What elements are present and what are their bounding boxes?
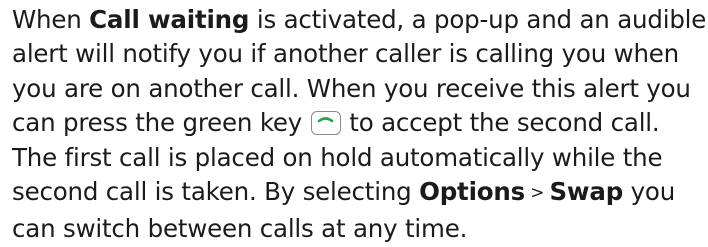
text-line-5: The first call is placed on hold automat…: [12, 142, 663, 172]
call-waiting-term: Call waiting: [89, 5, 250, 34]
line-1-suffix: is activated, a pop-up and an audible: [249, 5, 707, 34]
menu-path-separator: >: [525, 183, 550, 204]
line-1-prefix: When: [12, 5, 90, 34]
call-waiting-paragraph: When Call waiting is activated, a pop-up…: [12, 3, 706, 247]
text-line-2: alert will notify you if another caller …: [12, 39, 679, 69]
line-4-suffix: to accept the second call.: [341, 108, 660, 138]
text-line-3: you are on another call. When you receiv…: [12, 73, 691, 103]
text-line-1: When Call waiting is activated, a pop-up…: [12, 3, 706, 37]
text-line-4: can press the green key to accept the se…: [12, 106, 702, 140]
swap-menu-term: Swap: [549, 177, 624, 207]
line-6-prefix: second call is taken. By selecting: [12, 177, 420, 207]
line-4-prefix: can press the green key: [12, 108, 310, 138]
line-6-suffix: you: [623, 177, 676, 207]
options-menu-term: Options: [419, 177, 526, 207]
text-line-6: second call is taken. By selecting Optio…: [12, 175, 702, 212]
text-line-7: can switch between calls at any time.: [12, 214, 468, 244]
green-call-key-icon: [310, 111, 341, 136]
